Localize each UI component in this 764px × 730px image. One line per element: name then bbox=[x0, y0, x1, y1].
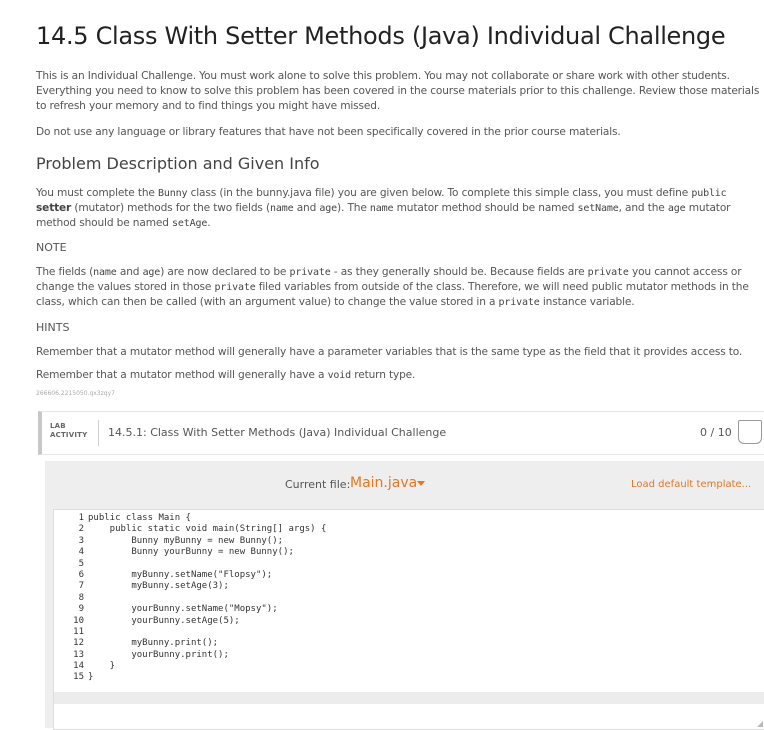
code-line[interactable] bbox=[88, 559, 326, 570]
code-line[interactable]: Bunny yourBunny = new Bunny(); bbox=[88, 547, 326, 558]
lab-activity-header: LAB ACTIVITY 14.5.1: Class With Setter M… bbox=[38, 411, 764, 455]
line-number: 1 bbox=[78, 513, 84, 523]
hint-two: Remember that a mutator method will gene… bbox=[36, 369, 416, 381]
code-line[interactable]: Bunny myBunny = new Bunny(); bbox=[88, 536, 326, 547]
activity-id: 266606.2215050.qx3zqy7 bbox=[36, 390, 115, 397]
line-number: 3 bbox=[78, 535, 84, 546]
line-number: 9 bbox=[78, 604, 84, 615]
line-number: 12 bbox=[73, 638, 84, 649]
line-number: 11 bbox=[73, 626, 84, 637]
active-line-highlight bbox=[54, 692, 764, 704]
note-paragraph: The fields (name and age) are now declar… bbox=[36, 266, 749, 308]
code-workspace: Current file: Main.java Load default tem… bbox=[45, 461, 764, 730]
line-number: 8 bbox=[78, 592, 84, 603]
code-line[interactable]: yourBunny.setName("Mopsy"); bbox=[88, 604, 326, 615]
line-number: 14 bbox=[73, 661, 84, 672]
lab-title: 14.5.1: Class With Setter Methods (Java)… bbox=[108, 426, 447, 439]
current-file-label: Current file: bbox=[285, 478, 351, 491]
hints-label: HINTS bbox=[36, 321, 70, 334]
chevron-down-icon[interactable] bbox=[417, 481, 425, 486]
code-line[interactable]: myBunny.setAge(3); bbox=[88, 581, 326, 592]
current-file-dropdown[interactable]: Main.java bbox=[350, 475, 417, 491]
code-line[interactable]: public static void main(String[] args) { bbox=[88, 524, 327, 535]
page-title: 14.5 Class With Setter Methods (Java) In… bbox=[36, 22, 726, 50]
code-line[interactable]: yourBunny.setAge(5); bbox=[88, 616, 326, 627]
line-number: 15 bbox=[73, 672, 84, 683]
code-line[interactable]: public class Main { bbox=[88, 513, 326, 524]
line-number: 6 bbox=[78, 569, 84, 580]
line-number: 10 bbox=[73, 615, 84, 626]
code-line[interactable]: } bbox=[88, 672, 326, 683]
completion-badge-icon bbox=[738, 420, 762, 444]
code-line[interactable]: yourBunny.print(); bbox=[88, 650, 326, 661]
code-line[interactable] bbox=[88, 593, 326, 604]
line-number-gutter: 1 2 3 4 5 6 7 8 9 10 11 12 13 14 15 bbox=[54, 513, 84, 684]
code-content[interactable]: public class Main { public static void m… bbox=[88, 513, 326, 684]
line-number: 4 bbox=[78, 547, 84, 558]
line-number: 13 bbox=[73, 649, 84, 660]
intro-restriction: Do not use any language or library featu… bbox=[36, 126, 621, 138]
code-editor[interactable]: 1 2 3 4 5 6 7 8 9 10 11 12 13 14 15 public class Main … bbox=[53, 509, 764, 730]
load-default-template-link[interactable]: Load default template... bbox=[631, 479, 751, 490]
intro-paragraph: This is an Individual Challenge. You mus… bbox=[36, 70, 760, 112]
line-number: 5 bbox=[78, 558, 84, 569]
divider bbox=[98, 420, 99, 446]
note-label: NOTE bbox=[36, 241, 67, 254]
hint-one: Remember that a mutator method will gene… bbox=[36, 346, 743, 358]
resize-handle-icon[interactable] bbox=[757, 721, 763, 727]
code-line[interactable]: myBunny.print(); bbox=[88, 638, 326, 649]
problem-description: You must complete the Bunny class (in th… bbox=[36, 187, 731, 229]
section-heading: Problem Description and Given Info bbox=[36, 154, 320, 173]
code-line[interactable] bbox=[88, 627, 326, 638]
line-number: 2 bbox=[78, 524, 84, 535]
lab-score: 0 / 10 bbox=[700, 426, 732, 439]
line-number: 7 bbox=[78, 581, 84, 592]
code-line[interactable]: myBunny.setName("Flopsy"); bbox=[88, 570, 326, 581]
lab-activity-tag: LAB ACTIVITY bbox=[50, 422, 88, 439]
code-line[interactable]: } bbox=[88, 661, 326, 672]
